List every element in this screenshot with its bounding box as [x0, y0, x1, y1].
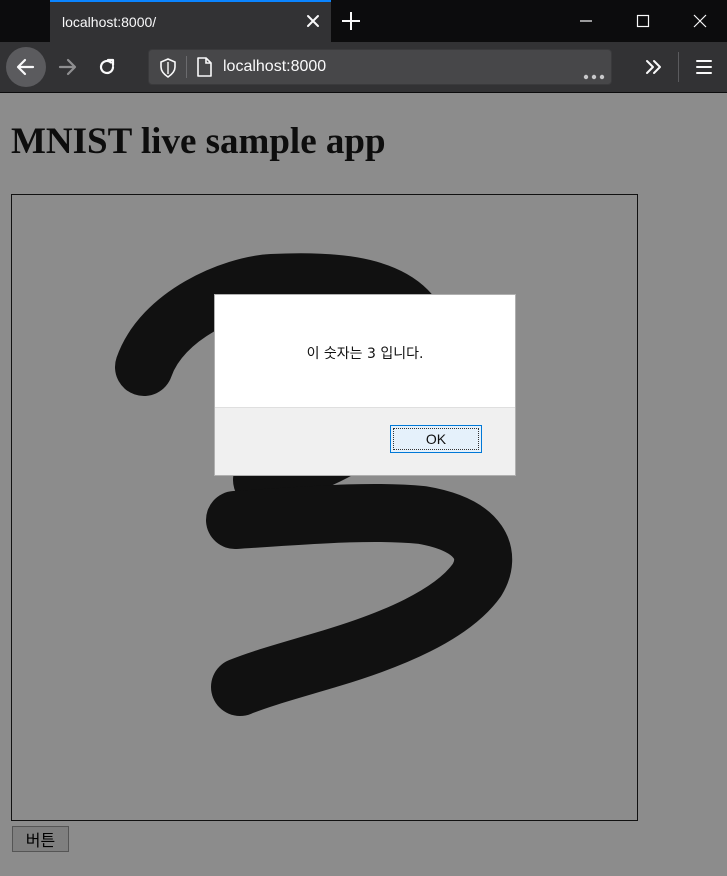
tab-localhost[interactable]: localhost:8000/	[50, 0, 331, 42]
drawing-canvas[interactable]	[11, 194, 638, 821]
forward-arrow-icon[interactable]	[55, 55, 79, 79]
page-icon[interactable]	[195, 57, 213, 81]
shield-icon[interactable]	[159, 58, 177, 82]
overflow-chevrons-icon[interactable]	[642, 55, 666, 79]
page-actions-icon[interactable]	[583, 65, 605, 84]
close-window-icon[interactable]	[673, 0, 727, 42]
url-bar[interactable]: localhost:8000	[148, 49, 612, 85]
reload-icon[interactable]	[95, 55, 119, 79]
submit-button[interactable]: 버튼	[12, 826, 69, 852]
ok-button[interactable]: OK	[390, 425, 482, 453]
alert-footer: OK	[215, 407, 515, 475]
toolbar-divider	[678, 52, 679, 82]
back-button[interactable]	[6, 47, 46, 87]
handwritten-digit-drawing	[115, 253, 513, 716]
alert-dialog: 이 숫자는 3 입니다. OK	[214, 294, 516, 476]
back-arrow-icon	[16, 58, 35, 76]
hamburger-menu-icon[interactable]	[692, 55, 716, 79]
nav-bar: localhost:8000	[0, 42, 727, 93]
url-separator	[186, 56, 187, 78]
close-tab-icon[interactable]	[303, 11, 323, 31]
tab-title: localhost:8000/	[62, 14, 157, 30]
maximize-icon[interactable]	[616, 0, 670, 42]
tab-strip: localhost:8000/	[0, 0, 727, 42]
url-text[interactable]: localhost:8000	[223, 58, 326, 76]
minimize-icon[interactable]	[559, 0, 613, 42]
alert-message: 이 숫자는 3 입니다.	[306, 346, 424, 362]
new-tab-icon[interactable]	[340, 10, 362, 32]
page-title: MNIST live sample app	[11, 121, 386, 162]
